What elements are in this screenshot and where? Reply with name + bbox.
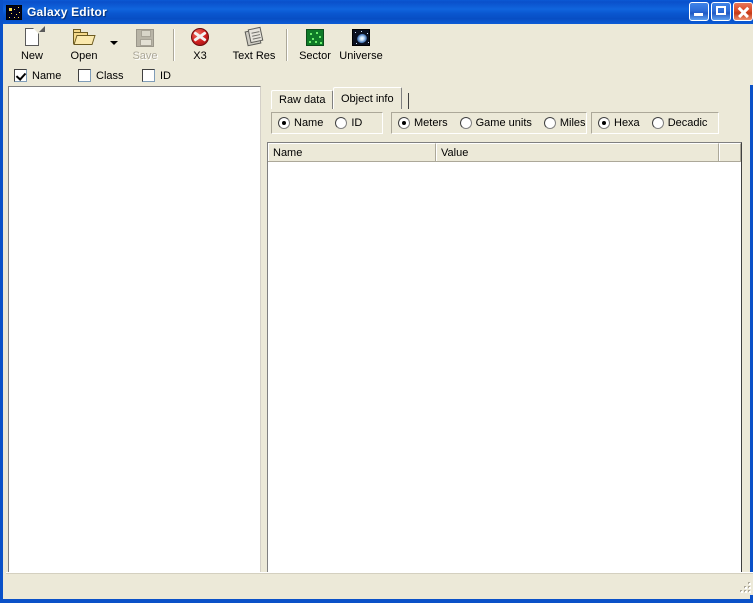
checkbox-id-box[interactable] (142, 69, 155, 82)
radio-miles[interactable]: Miles (543, 117, 586, 129)
list-header-row: Name Value (268, 143, 741, 162)
identifier-mode-group: Name ID (271, 112, 383, 134)
radio-id[interactable]: ID (335, 117, 362, 129)
column-header-value-label: Value (441, 146, 469, 159)
number-base-group: Hexa Decadic (591, 112, 719, 134)
filter-checkbox-name-label: Name (32, 69, 62, 82)
universe-button-label: Universe (339, 50, 383, 62)
x3-logo-icon (188, 27, 212, 49)
minimize-button[interactable] (689, 2, 709, 21)
radio-decadic-dot[interactable] (651, 117, 664, 129)
filter-checkbox-class[interactable]: Class (78, 69, 124, 82)
list-body[interactable] (268, 162, 741, 573)
open-folder-icon (72, 27, 96, 49)
checkbox-class-box[interactable] (78, 69, 91, 82)
radio-game-units-dot[interactable] (459, 117, 472, 129)
radio-meters-label: Meters (414, 117, 448, 129)
open-button-label: Open (70, 50, 98, 62)
tab-raw-data[interactable]: Raw data (271, 90, 334, 109)
toolbar: New Open Save X3 Text Res Sector Univers… (6, 24, 753, 68)
checkbox-name-box[interactable] (14, 69, 27, 82)
x3-button[interactable]: X3 (186, 26, 214, 66)
radio-name-label: Name (294, 117, 324, 129)
maximize-button[interactable] (711, 2, 731, 21)
new-button[interactable]: New (14, 26, 50, 66)
sector-icon (303, 27, 327, 49)
radio-name[interactable]: Name (278, 117, 323, 129)
column-header-name[interactable]: Name (268, 143, 436, 161)
filter-checkbox-id-label: ID (160, 69, 171, 82)
distance-units-group: Meters Game units Miles (391, 112, 587, 134)
sector-button-label: Sector (299, 50, 331, 62)
radio-id-label: ID (351, 117, 363, 129)
save-button-label: Save (132, 50, 158, 62)
radio-miles-dot[interactable] (543, 117, 556, 129)
application-window: Galaxy Editor New Open Save X3 Text Res … (0, 0, 753, 603)
radio-hexa-label: Hexa (614, 117, 640, 129)
tab-strip: Raw data Object info (267, 87, 751, 109)
tab-object-info[interactable]: Object info (333, 87, 402, 109)
filter-checkbox-name[interactable]: Name (14, 69, 61, 82)
filter-checkbox-class-label: Class (96, 69, 124, 82)
radio-id-dot[interactable] (335, 117, 348, 129)
object-info-list[interactable]: Name Value (267, 142, 742, 574)
tab-raw-data-label: Raw data (279, 94, 326, 106)
close-button[interactable] (733, 2, 753, 21)
filter-checkbox-id[interactable]: ID (142, 69, 171, 82)
text-res-button[interactable]: Text Res (228, 26, 280, 66)
starfield-icon (6, 4, 22, 20)
new-document-icon (20, 26, 45, 49)
radio-decadic-label: Decadic (667, 117, 708, 129)
sector-button[interactable]: Sector (294, 26, 336, 66)
window-title: Galaxy Editor (27, 5, 107, 19)
column-header-name-label: Name (273, 146, 303, 159)
column-header-extra[interactable] (719, 143, 741, 161)
radio-decadic[interactable]: Decadic (651, 117, 708, 129)
radio-game-units-label: Game units (475, 117, 532, 129)
new-button-label: New (20, 50, 43, 62)
save-floppy-icon (133, 27, 157, 49)
radio-hexa[interactable]: Hexa (598, 117, 640, 129)
title-bar: Galaxy Editor (3, 0, 753, 24)
open-button[interactable]: Open (64, 26, 104, 66)
resize-grip[interactable] (737, 579, 751, 593)
radio-hexa-dot[interactable] (598, 117, 610, 129)
radio-meters[interactable]: Meters (398, 117, 448, 129)
details-panel: Raw data Object info Name ID Meters Game… (267, 84, 751, 576)
window-controls (689, 2, 753, 21)
open-dropdown-arrow[interactable] (110, 41, 118, 45)
tab-object-info-label: Object info (341, 93, 394, 105)
object-tree-panel[interactable] (8, 86, 261, 576)
radio-meters-dot[interactable] (398, 117, 410, 129)
filter-bar: Name Class ID (6, 67, 753, 85)
save-button[interactable]: Save (126, 26, 164, 66)
status-bar (6, 572, 753, 595)
tab-mark-2 (408, 93, 409, 109)
x3-button-label: X3 (193, 50, 207, 62)
text-res-button-label: Text Res (232, 50, 276, 62)
universe-button[interactable]: Universe (334, 26, 388, 66)
column-header-value[interactable]: Value (436, 143, 719, 161)
radio-name-dot[interactable] (278, 117, 290, 129)
text-resource-icon (242, 26, 266, 49)
universe-icon (349, 27, 373, 49)
radio-game-units[interactable]: Game units (459, 117, 532, 129)
radio-miles-label: Miles (559, 117, 586, 129)
